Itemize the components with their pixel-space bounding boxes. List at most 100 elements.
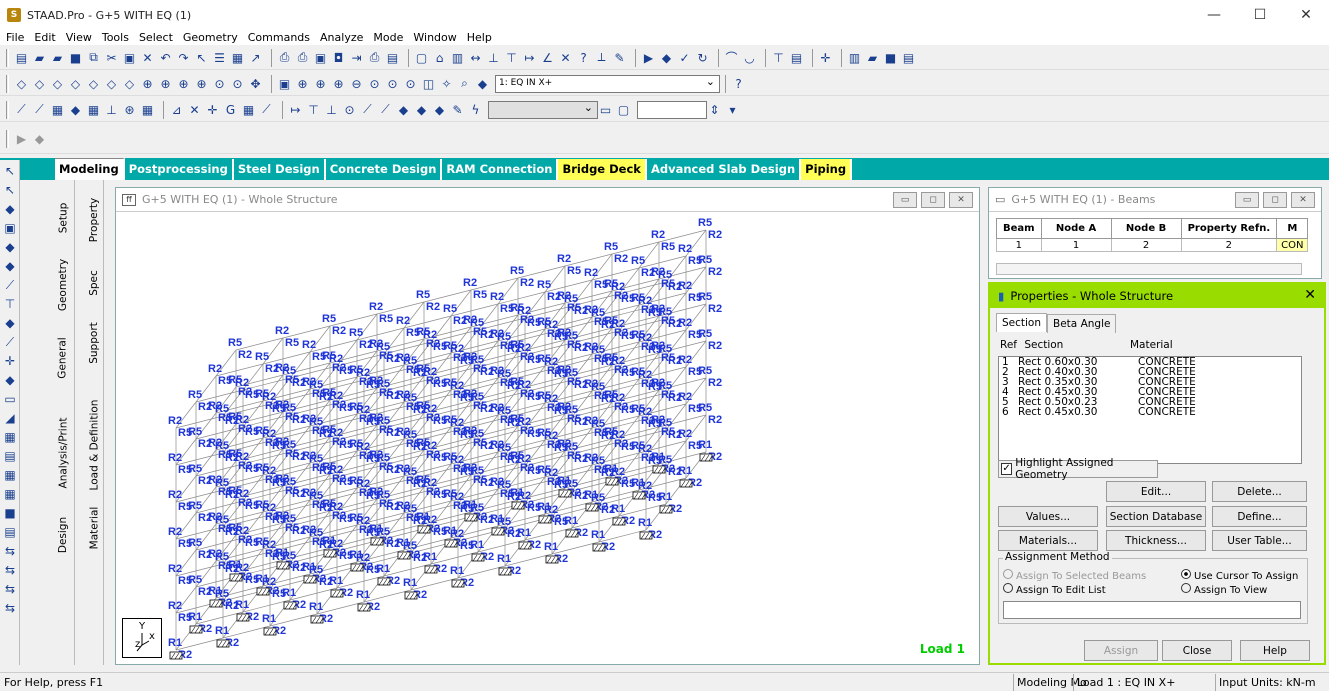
horizontal-scrollbar[interactable]	[996, 263, 1302, 275]
menu-geometry[interactable]: Geometry	[183, 31, 238, 44]
menu-help[interactable]: Help	[467, 31, 492, 44]
highlight-geometry-checkbox[interactable]: ✓ Highlight Assigned Geometry	[998, 457, 1158, 481]
tab-bridge-deck[interactable]: Bridge Deck	[558, 159, 647, 180]
mirror-icon[interactable]: ⟋	[360, 102, 375, 117]
block-icon[interactable]: ■	[2, 505, 18, 521]
window-icon[interactable]: ▢	[414, 50, 429, 65]
window-tile-icon[interactable]: ▥	[847, 50, 862, 65]
picture-icon[interactable]: ▣	[313, 50, 328, 65]
structure-icon[interactable]: ⌂	[432, 50, 447, 65]
select-plates-icon[interactable]: ◆	[2, 239, 18, 255]
zoom-in-icon[interactable]: ⊕	[331, 76, 346, 91]
line-icon[interactable]: ⟋	[259, 102, 274, 117]
edit-button[interactable]: Edit...	[1106, 481, 1206, 502]
pan-icon[interactable]: ✥	[248, 76, 263, 91]
snap-node-icon[interactable]: ⊿	[169, 102, 184, 117]
view-left-icon[interactable]: ◇	[50, 76, 65, 91]
dim-icon[interactable]: ↦	[288, 102, 303, 117]
menu-window[interactable]: Window	[413, 31, 456, 44]
run-icon[interactable]: ▶	[641, 50, 656, 65]
report-view-icon[interactable]: ▤	[2, 524, 18, 540]
define-button[interactable]: Define...	[1212, 506, 1307, 527]
menu-mode[interactable]: Mode	[373, 31, 403, 44]
minimize-button[interactable]: —	[1191, 0, 1237, 30]
surface-cursor-icon[interactable]: ◆	[68, 102, 83, 117]
table-row[interactable]: 1 1 2 2 CON	[996, 238, 1309, 252]
transfer-icon-1[interactable]: ⇆	[2, 543, 18, 559]
folder-icon[interactable]: ▰	[865, 50, 880, 65]
select-nodes-icon[interactable]: ◆	[2, 201, 18, 217]
vtab-setup[interactable]: Setup	[53, 190, 73, 245]
rotate-geometry-icon[interactable]: ⊙	[342, 102, 357, 117]
grid-snap-icon[interactable]: ▦	[241, 102, 256, 117]
dimension-icon[interactable]: ↔	[468, 50, 483, 65]
paste-icon[interactable]: ▣	[122, 50, 137, 65]
help-query-icon[interactable]: ?	[576, 50, 591, 65]
tab-ram-connection[interactable]: RAM Connection	[442, 159, 559, 180]
col-beam[interactable]: Beam	[996, 218, 1042, 239]
menu-edit[interactable]: Edit	[34, 31, 55, 44]
camera-icon[interactable]: ◘	[331, 50, 346, 65]
grid-select-icon[interactable]: ▦	[2, 486, 18, 502]
merge-icon[interactable]: ◆	[396, 102, 411, 117]
col-material[interactable]: M	[1276, 218, 1309, 239]
screen-icon[interactable]: ▭	[598, 102, 613, 117]
table-view-icon[interactable]: ▦	[2, 467, 18, 483]
grid-icon[interactable]: ▦	[230, 50, 245, 65]
tab-piping[interactable]: Piping	[801, 159, 853, 180]
intersect-icon[interactable]: ◆	[414, 102, 429, 117]
view-bottom-icon[interactable]: ◇	[104, 76, 119, 91]
delete-button[interactable]: Delete...	[1212, 481, 1307, 502]
disabled-select[interactable]	[488, 100, 598, 119]
view-icon[interactable]: ◆	[32, 131, 47, 146]
rotate-left-icon[interactable]: ⊕	[176, 76, 191, 91]
view-top-icon[interactable]: ◇	[86, 76, 101, 91]
stair-icon[interactable]: ▤	[2, 448, 18, 464]
globe-icon[interactable]: ⊛	[122, 102, 137, 117]
copy-icon[interactable]: ⧉	[86, 50, 101, 65]
view-back-icon[interactable]: ◇	[32, 76, 47, 91]
renumber-icon[interactable]: ◆	[432, 102, 447, 117]
load-case-select[interactable]: 1: EQ IN X+	[495, 74, 720, 93]
materials-button[interactable]: Materials...	[998, 530, 1098, 551]
print-preview-icon[interactable]: ⎙	[295, 50, 310, 65]
t-icon[interactable]: ⊤	[771, 50, 786, 65]
user-table-button[interactable]: User Table...	[1212, 530, 1307, 551]
print-icon[interactable]: ⎙	[277, 50, 292, 65]
help-icon[interactable]: ?	[731, 76, 746, 91]
new-file-icon[interactable]: ▤	[14, 50, 29, 65]
menu-view[interactable]: View	[66, 31, 92, 44]
mdi-close-button[interactable]: ✕	[949, 192, 973, 208]
tab-postprocessing[interactable]: Postprocessing	[125, 159, 234, 180]
open-file-icon[interactable]: ▰	[32, 50, 47, 65]
print-setup-icon[interactable]: ⎙	[367, 50, 382, 65]
plate-select-icon[interactable]: ◢	[2, 410, 18, 426]
zoom-all-icon[interactable]: ⊙	[385, 76, 400, 91]
structure-diagram-icon[interactable]: ✧	[439, 76, 454, 91]
select-all-icon[interactable]: ✛	[2, 353, 18, 369]
col-property-refn[interactable]: Property Refn.	[1180, 218, 1278, 239]
undo-icon[interactable]: ↶	[158, 50, 173, 65]
save-icon[interactable]: ■	[68, 50, 83, 65]
zoom-extents-icon[interactable]: ▣	[277, 76, 292, 91]
view-front-icon[interactable]: ◇	[14, 76, 29, 91]
assign-button[interactable]: Assign	[1084, 640, 1158, 661]
pin-icon[interactable]: ↗	[248, 50, 263, 65]
transfer-icon-2[interactable]: ⇆	[2, 562, 18, 578]
numeric-input[interactable]	[637, 100, 707, 119]
values-button[interactable]: Values...	[998, 506, 1098, 527]
vtab-spec[interactable]: Spec	[84, 260, 104, 305]
distance-icon[interactable]: ↦	[522, 50, 537, 65]
radio-selected-beams[interactable]: Assign To Selected Beams	[1003, 569, 1146, 582]
select-geometry-icon[interactable]: ⊤	[2, 296, 18, 312]
menu-tools[interactable]: Tools	[102, 31, 129, 44]
col-node-a[interactable]: Node A	[1040, 218, 1112, 239]
label-icon[interactable]: ⊤	[306, 102, 321, 117]
col-node-b[interactable]: Node B	[1110, 218, 1182, 239]
search-icon[interactable]: ⌕	[457, 76, 472, 91]
help-button[interactable]: Help	[1240, 640, 1310, 661]
beams-maximize-button[interactable]: ◻	[1263, 192, 1287, 208]
rotate-icon[interactable]: ↻	[695, 50, 710, 65]
properties-close-icon[interactable]: ✕	[1304, 287, 1316, 303]
query-box-icon[interactable]: ▢	[616, 102, 631, 117]
